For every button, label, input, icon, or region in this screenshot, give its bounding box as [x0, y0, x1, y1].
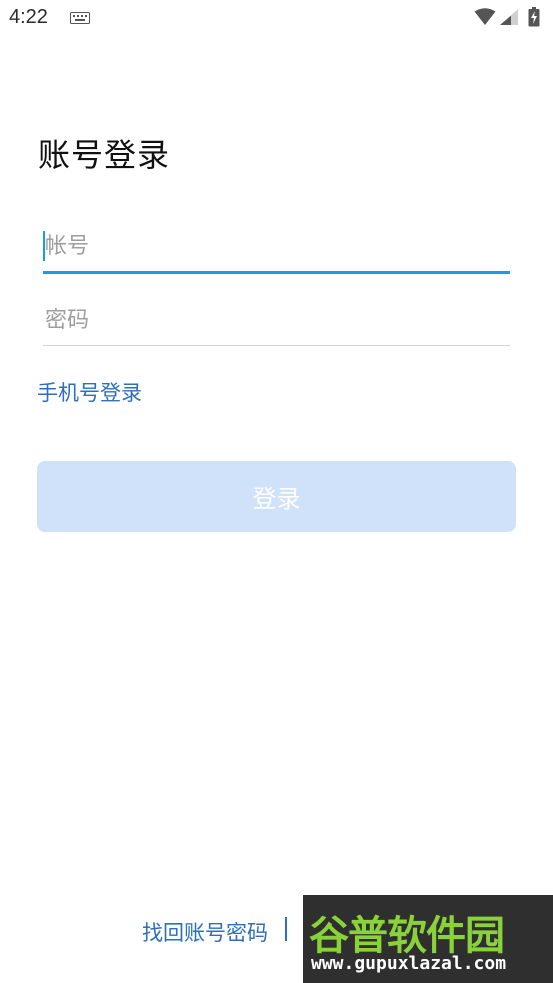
status-time: 4:22: [9, 6, 48, 28]
text-cursor: [43, 231, 45, 261]
status-bar: 4:22: [0, 0, 553, 36]
footer-divider: [285, 917, 287, 941]
watermark-url: www.gupuxlazal.com: [311, 953, 507, 974]
keyboard-icon: [70, 12, 90, 24]
password-input[interactable]: [43, 300, 510, 340]
account-underline: [43, 271, 510, 274]
battery-charging-icon: [528, 7, 540, 27]
account-field: [43, 226, 510, 274]
watermark: 谷普软件园 www.gupuxlazal.com: [303, 895, 553, 983]
page-title: 账号登录: [38, 136, 171, 174]
account-input[interactable]: [43, 226, 510, 266]
find-password-link[interactable]: 找回账号密码: [142, 917, 268, 947]
wifi-icon: [474, 8, 496, 25]
password-field: [43, 300, 510, 346]
password-underline: [43, 345, 510, 346]
login-button[interactable]: 登录: [37, 461, 516, 532]
phone-login-link[interactable]: 手机号登录: [37, 377, 142, 407]
signal-icon: [500, 9, 518, 25]
